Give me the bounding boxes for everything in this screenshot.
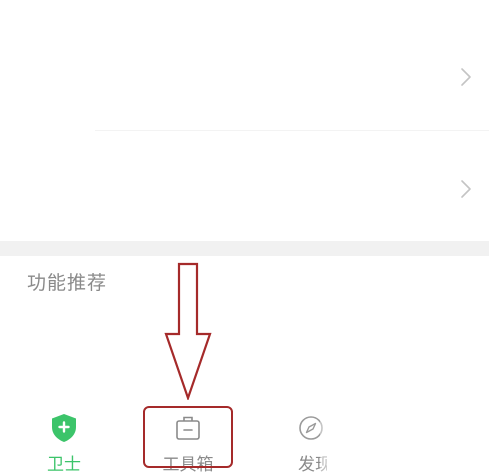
blurred-overlay (320, 400, 489, 472)
tab-guard-label: 卫士 (47, 455, 81, 475)
highlight-annotation-box (143, 406, 233, 468)
down-arrow-annotation-icon (164, 262, 212, 402)
tab-discover[interactable]: 发现 (267, 400, 327, 472)
list-row-2[interactable] (0, 131, 489, 241)
chevron-right-icon (461, 68, 471, 86)
section-separator (0, 241, 489, 256)
tab-guard[interactable]: 卫士 (19, 400, 109, 475)
chevron-right-icon (461, 180, 471, 198)
shield-plus-icon (52, 414, 76, 442)
list-row-1[interactable] (0, 0, 489, 130)
section-title: 功能推荐 (27, 272, 108, 294)
